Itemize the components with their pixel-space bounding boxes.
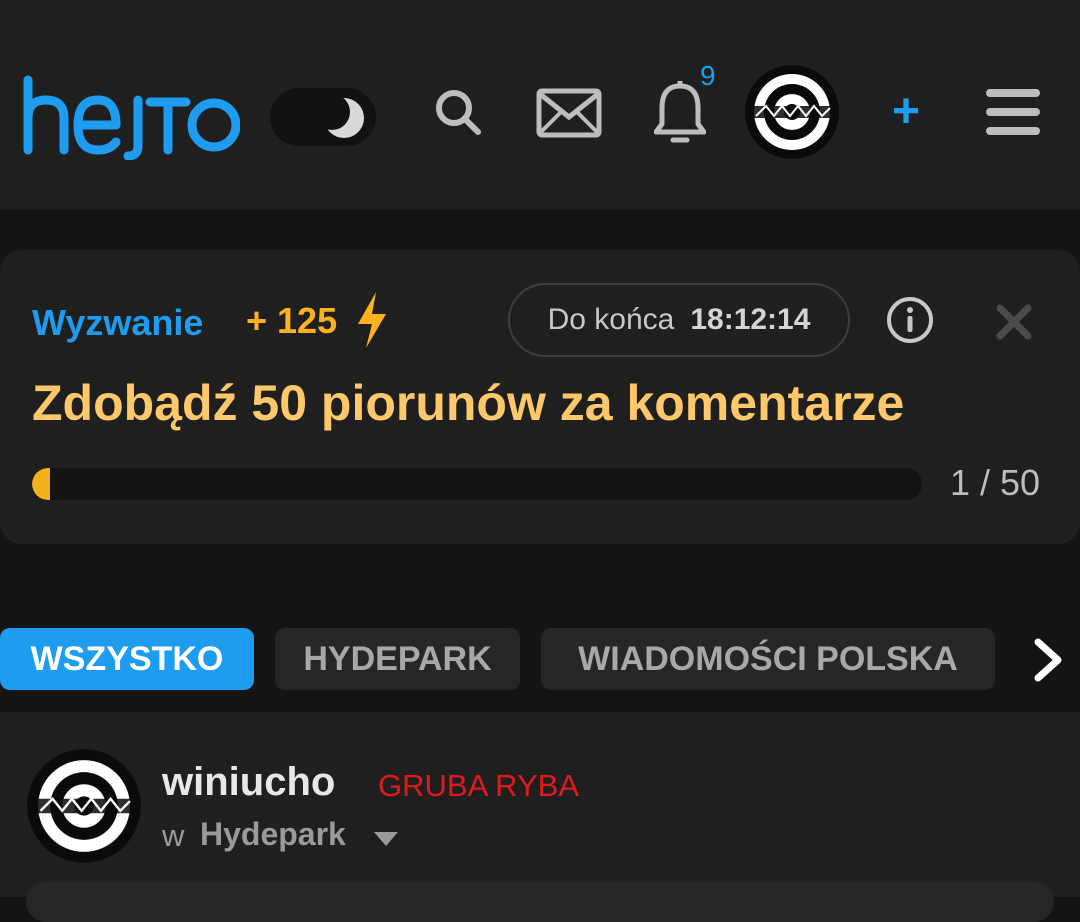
- tab-hydepark[interactable]: HYDEPARK: [275, 628, 520, 690]
- post-author-avatar[interactable]: [26, 748, 142, 864]
- challenge-progress-text: 1 / 50: [950, 462, 1041, 503]
- search-icon[interactable]: [432, 86, 484, 138]
- tab-wszystko[interactable]: WSZYSTKO: [0, 628, 254, 690]
- post-content-preview: [26, 882, 1054, 922]
- close-icon[interactable]: [994, 302, 1034, 342]
- timer-value: 18:12:14: [690, 303, 811, 336]
- bell-icon[interactable]: [654, 80, 706, 146]
- post-card: winiucho GRUBA RYBA w Hydepark: [0, 712, 1080, 922]
- info-icon[interactable]: [886, 296, 934, 344]
- chevron-right-icon[interactable]: [1030, 638, 1066, 682]
- post-in-label: w: [162, 818, 185, 853]
- moon-icon: [322, 96, 364, 138]
- category-tabs: WSZYSTKO HYDEPARK WIADOMOŚCI POLSKA: [0, 626, 1080, 692]
- challenge-progress-bar: [32, 468, 922, 500]
- hejto-logo[interactable]: [20, 70, 240, 160]
- challenge-card: Wyzwanie + 125 Do końca 18:12:14 Zdobądź…: [0, 250, 1080, 544]
- menu-icon[interactable]: [984, 86, 1042, 138]
- mail-icon[interactable]: [536, 88, 602, 138]
- user-rank-badge: GRUBA RYBA: [378, 768, 580, 803]
- challenge-label[interactable]: Wyzwanie: [32, 302, 203, 344]
- challenge-progress-fill: [32, 468, 50, 500]
- bolt-icon: [358, 292, 386, 348]
- timer-label: Do końca: [547, 303, 675, 336]
- tab-wiadomosci-polska[interactable]: WIADOMOŚCI POLSKA: [541, 628, 995, 690]
- timer-badge: Do końca 18:12:14: [508, 283, 850, 357]
- avatar[interactable]: [744, 64, 840, 160]
- post-username[interactable]: winiucho: [162, 760, 335, 805]
- post-community-link[interactable]: Hydepark: [200, 816, 346, 853]
- challenge-points: + 125: [246, 300, 338, 341]
- challenge-title: Zdobądź 50 piorunów za komentarze: [32, 375, 905, 431]
- theme-toggle[interactable]: [270, 88, 376, 146]
- add-post-button[interactable]: +: [882, 80, 930, 144]
- notification-count: 9: [700, 60, 716, 91]
- caret-down-icon[interactable]: [372, 830, 400, 848]
- top-header: 9 +: [0, 0, 1080, 210]
